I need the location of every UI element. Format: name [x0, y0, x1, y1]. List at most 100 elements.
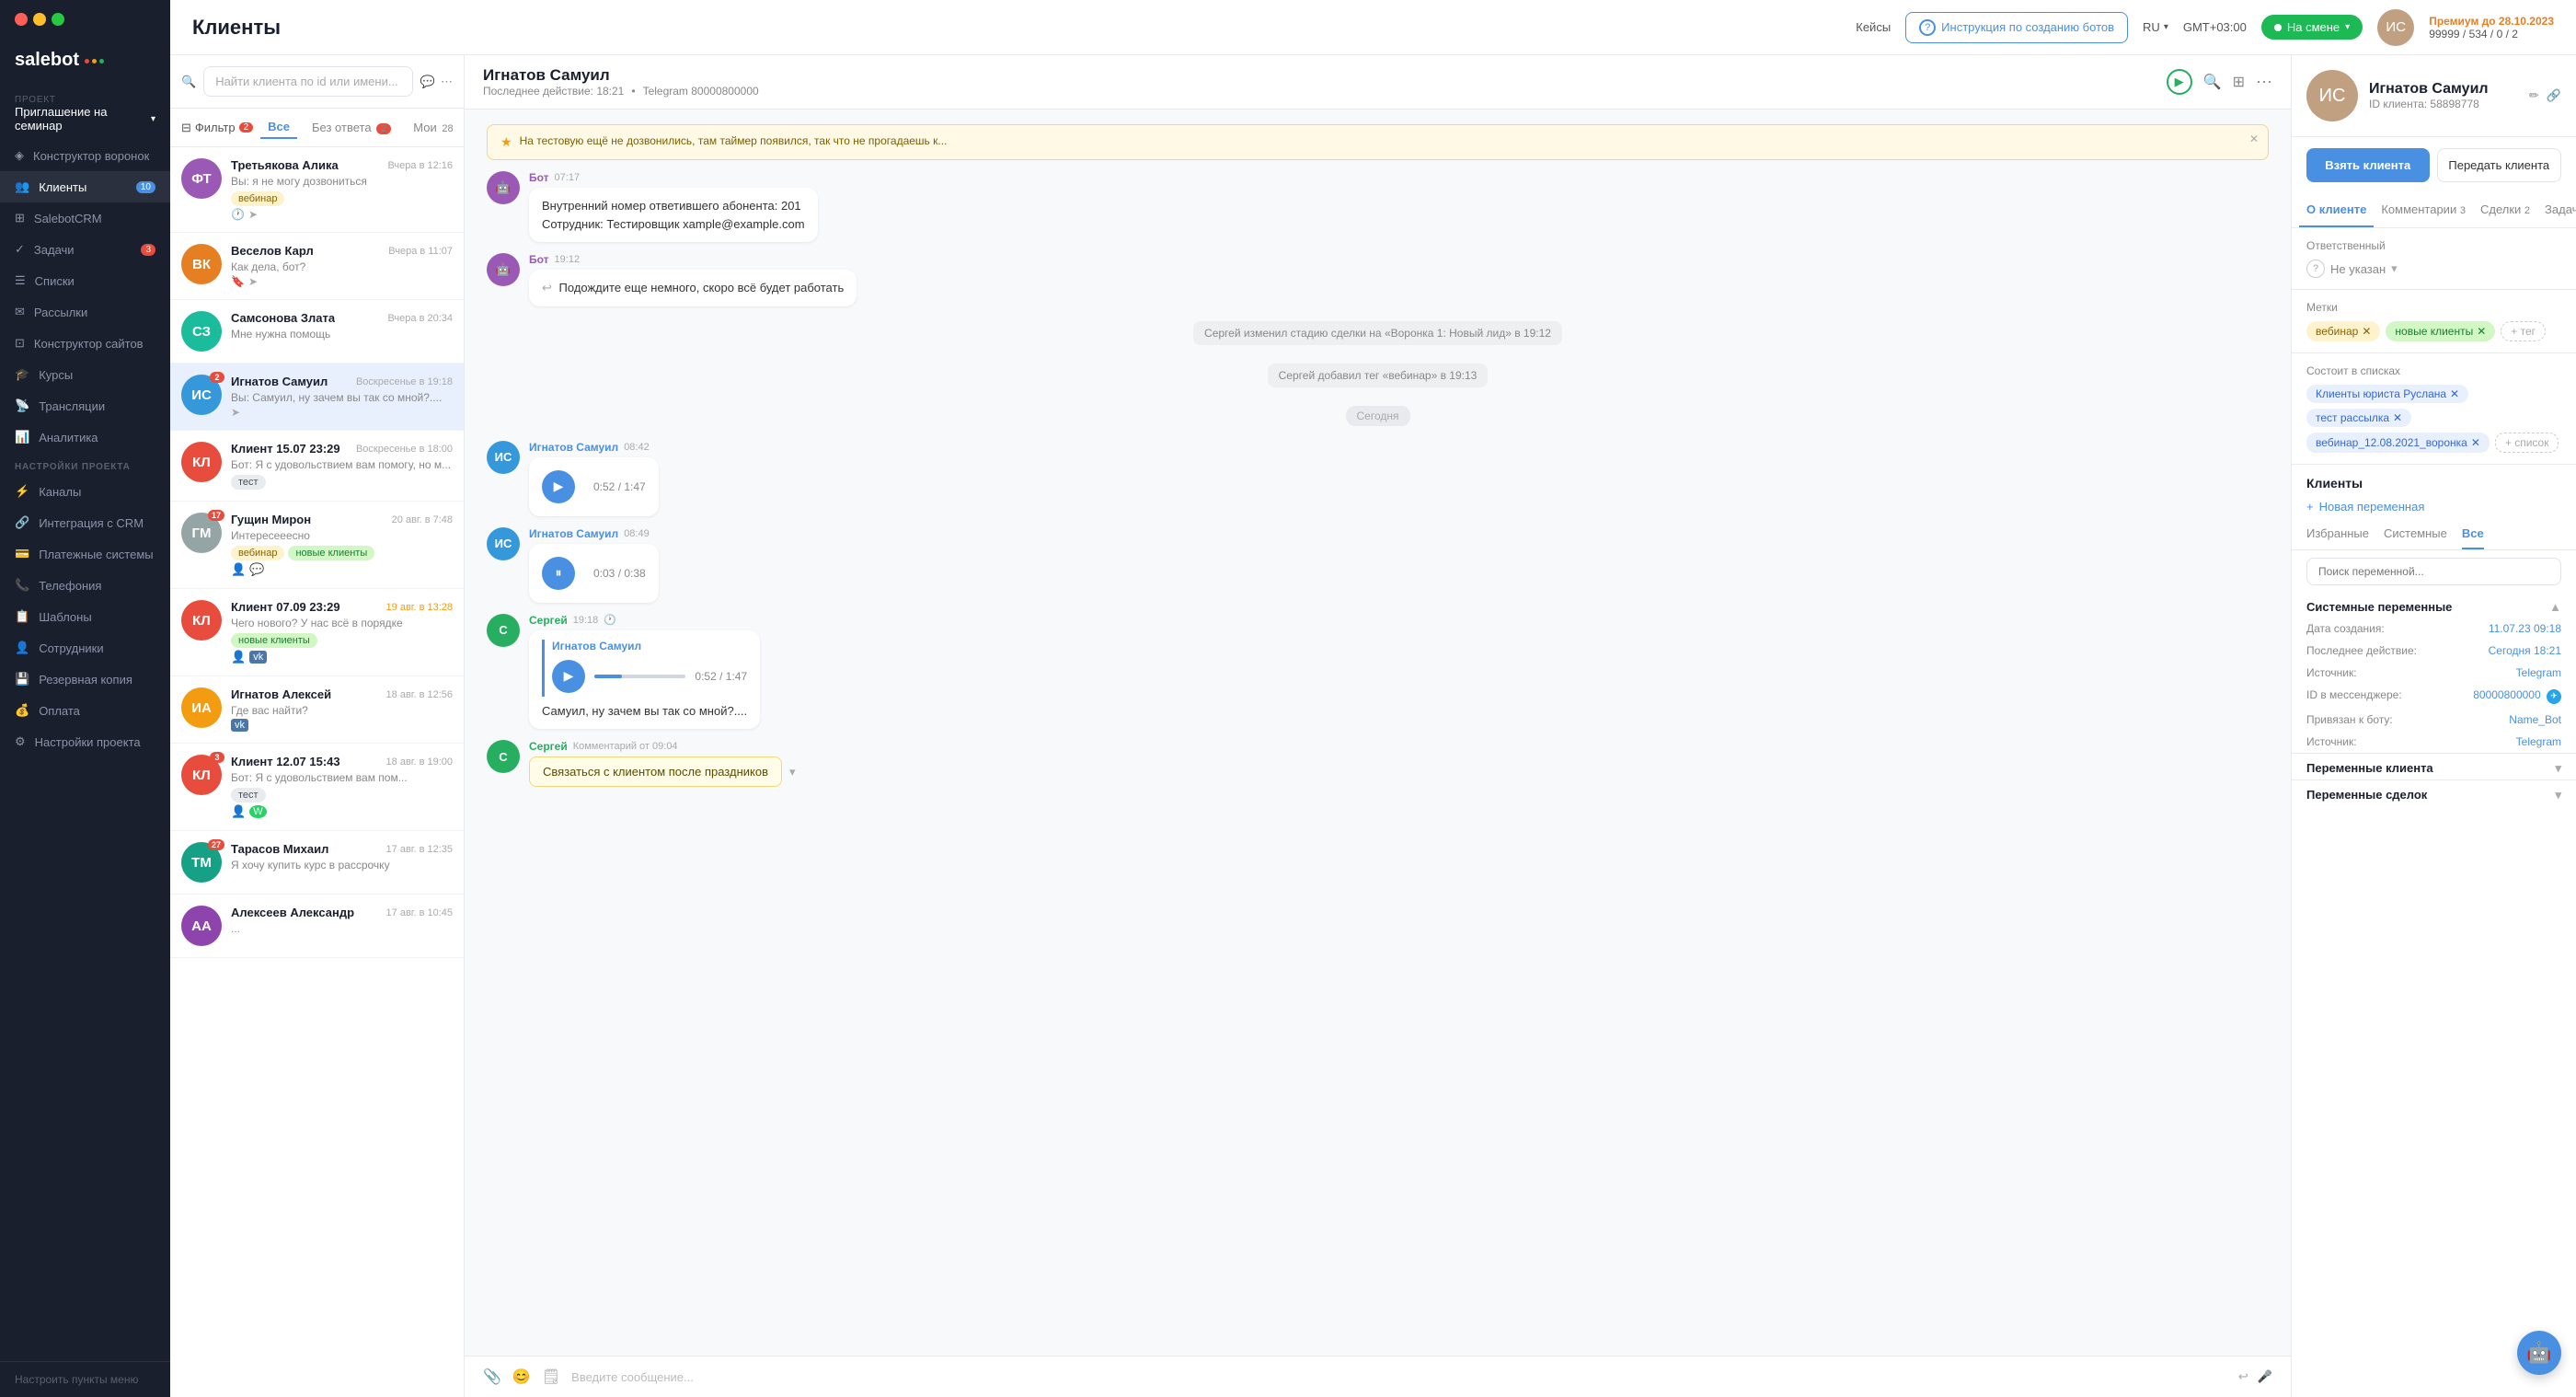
close-icon[interactable]: ✕ [2393, 411, 2402, 424]
sidebar-item-payment[interactable]: 💰 Оплата [0, 695, 170, 726]
chat-icon[interactable]: 💬 [420, 75, 435, 89]
var-tab-all[interactable]: Все [2462, 526, 2484, 549]
close-icon[interactable]: ✕ [2362, 325, 2371, 338]
search-actions: 💬 ⋯ [420, 75, 453, 89]
more-icon[interactable]: ⋯ [441, 75, 453, 89]
chevron-down-icon[interactable]: ▾ [2555, 788, 2561, 802]
bot-fab[interactable]: 🤖 [2517, 1331, 2561, 1375]
play-button[interactable]: ▶ [542, 470, 575, 503]
customize-menu-btn[interactable]: Настроить пункты меню [0, 1361, 170, 1397]
search-icon[interactable]: 🔍 [2203, 73, 2222, 91]
sidebar-item-templates[interactable]: 📋 Шаблоны [0, 601, 170, 632]
close-icon[interactable]: ✕ [2477, 325, 2486, 338]
take-client-btn[interactable]: Взять клиента [2306, 148, 2430, 182]
list-item[interactable]: АА Алексеев Александр 17 авг. в 10:45 ..… [170, 895, 464, 958]
add-list-btn[interactable]: + список [2495, 433, 2559, 453]
tab-mine[interactable]: Мои 28 [406, 117, 460, 138]
note-icon[interactable]: 🗒 [542, 1368, 560, 1386]
backup-icon: 💾 [15, 672, 29, 687]
quoted-message: Игнатов Самуил ▶ 0:52 / 1:47 [542, 640, 747, 697]
avatar: С [487, 614, 520, 647]
sidebar-item-salebotcrm[interactable]: ⊞ SalebotCRM [0, 202, 170, 234]
sidebar-item-clients[interactable]: 👥 Клиенты 10 [0, 171, 170, 202]
site-icon: ⊡ [15, 336, 25, 351]
sidebar-item-broadcasts[interactable]: 📡 Трансляции [0, 390, 170, 421]
list-item[interactable]: ИА Игнатов Алексей 18 авг. в 12:56 Где в… [170, 676, 464, 744]
tab-about[interactable]: О клиенте [2299, 193, 2374, 227]
status-btn[interactable]: На смене ▾ [2261, 15, 2363, 40]
sidebar-item-backup[interactable]: 💾 Резервная копия [0, 664, 170, 695]
avatar: С [487, 740, 520, 773]
sidebar-item-site-builder[interactable]: ⊡ Конструктор сайтов [0, 328, 170, 359]
filters-bar: ⊟ Фильтр 2 Все Без ответа 2 Мои 28 Чужие [170, 109, 464, 147]
message-bubble: Игнатов Самуил 08:49 ⏸ 0:03 / 0:38 [529, 527, 659, 603]
var-tab-favorites[interactable]: Избранные [2306, 526, 2369, 549]
new-variable-btn[interactable]: + Новая переменная [2292, 494, 2576, 519]
tab-all[interactable]: Все [260, 116, 297, 139]
sidebar-item-project-settings[interactable]: ⚙ Настройки проекта [0, 726, 170, 757]
sidebar-item-tasks[interactable]: ✓ Задачи 3 [0, 234, 170, 265]
list-item[interactable]: ФТ Третьякова Алика Вчера в 12:16 Вы: я … [170, 147, 464, 233]
tab-comments[interactable]: Комментарии 3 [2374, 193, 2473, 227]
chevron-down-icon[interactable]: ▾ [789, 765, 796, 779]
list-item[interactable]: КЛ 3 Клиент 12.07 15:43 18 авг. в 19:00 … [170, 744, 464, 831]
transfer-client-btn[interactable]: Передать клиента [2437, 148, 2562, 182]
status-chevron-icon: ▾ [2345, 22, 2350, 32]
reaction-icon[interactable]: 😊 [512, 1368, 531, 1386]
message-bubble: Сергей 19:18 🕐 Игнатов Самуил ▶ [529, 614, 760, 730]
list-item[interactable]: ГМ 17 Гущин Мирон 20 авг. в 7:48 Интерес… [170, 502, 464, 589]
sidebar-item-channels[interactable]: ⚡ Каналы [0, 476, 170, 507]
filter-btn[interactable]: ⊟ Фильтр 2 [181, 121, 253, 135]
sidebar-item-newsletters[interactable]: ✉ Рассылки [0, 296, 170, 328]
add-tag-btn[interactable]: + тег [2501, 321, 2546, 341]
list-item[interactable]: ВК Веселов Карл Вчера в 11:07 Как дела, … [170, 233, 464, 300]
close-icon[interactable]: ✕ [2249, 133, 2259, 145]
tab-no-answer[interactable]: Без ответа 2 [305, 117, 398, 138]
chevron-down-icon[interactable]: ▾ [2555, 761, 2561, 776]
close-icon[interactable]: ✕ [2450, 387, 2459, 400]
logo-dot-3 [99, 59, 104, 64]
project-name[interactable]: Приглашение на семинар ▾ [15, 105, 155, 133]
pause-button[interactable]: ⏸ [542, 557, 575, 590]
sidebar-item-courses[interactable]: 🎓 Курсы [0, 359, 170, 390]
chat-input[interactable] [571, 1370, 2227, 1384]
sidebar-item-lists[interactable]: ☰ Списки [0, 265, 170, 296]
sidebar-item-employees[interactable]: 👤 Сотрудники [0, 632, 170, 664]
mic-icon[interactable]: 🎤 [2258, 1369, 2272, 1384]
play-icon[interactable]: ▶ [2167, 69, 2192, 95]
tab-tasks[interactable]: Задачи 4 [2537, 193, 2576, 227]
list-item[interactable]: СЗ Самсонова Злата Вчера в 20:34 Мне нуж… [170, 300, 464, 364]
columns-icon[interactable]: ⊞ [2233, 73, 2245, 91]
chevron-up-icon[interactable]: ▲ [2549, 600, 2561, 614]
link-icon[interactable]: 🔗 [2547, 88, 2561, 103]
user-avatar[interactable]: ИС [2377, 9, 2414, 46]
sidebar-item-crm-integration[interactable]: 🔗 Интеграция с CRM [0, 507, 170, 538]
list-item[interactable]: КЛ Клиент 15.07 23:29 Воскресенье в 18:0… [170, 431, 464, 502]
attachment-icon[interactable]: 📎 [483, 1368, 501, 1386]
sidebar-item-funnel-builder[interactable]: ◈ Конструктор воронок [0, 140, 170, 171]
close-icon[interactable]: ✕ [2471, 436, 2480, 449]
search-input[interactable] [203, 66, 413, 97]
maximize-window-btn[interactable] [52, 13, 64, 26]
instruction-btn[interactable]: ? Инструкция по созданию ботов [1905, 12, 2128, 43]
notification-bar: ★ На тестовую ещё не дозвонились, там та… [487, 124, 2269, 160]
client-info: Клиент 12.07 15:43 18 авг. в 19:00 Бот: … [231, 755, 453, 819]
reply-icon[interactable]: ↩ [2238, 1369, 2248, 1384]
play-button[interactable]: ▶ [552, 660, 585, 693]
var-tab-system[interactable]: Системные [2384, 526, 2447, 549]
language-selector[interactable]: RU ▾ [2143, 20, 2168, 34]
list-item[interactable]: ИС 2 Игнатов Самуил Воскресенье в 19:18 … [170, 364, 464, 431]
sidebar-item-telephony[interactable]: 📞 Телефония [0, 570, 170, 601]
tab-deals[interactable]: Сделки 2 [2473, 193, 2537, 227]
sidebar-item-analytics[interactable]: 📊 Аналитика [0, 421, 170, 453]
edit-icon[interactable]: ✏ [2529, 88, 2539, 103]
list-item[interactable]: КЛ Клиент 07.09 23:29 19 авг. в 13:28 Че… [170, 589, 464, 676]
variable-search-input[interactable] [2306, 558, 2561, 585]
sidebar-item-payment-systems[interactable]: 💳 Платежные системы [0, 538, 170, 570]
list-item[interactable]: ТМ 27 Тарасов Михаил 17 авг. в 12:35 Я х… [170, 831, 464, 895]
more-icon[interactable]: ⋯ [2256, 73, 2272, 92]
close-window-btn[interactable] [15, 13, 28, 26]
minimize-window-btn[interactable] [33, 13, 46, 26]
chevron-down-icon[interactable]: ▾ [2391, 261, 2398, 276]
cases-link[interactable]: Кейсы [1856, 20, 1891, 34]
